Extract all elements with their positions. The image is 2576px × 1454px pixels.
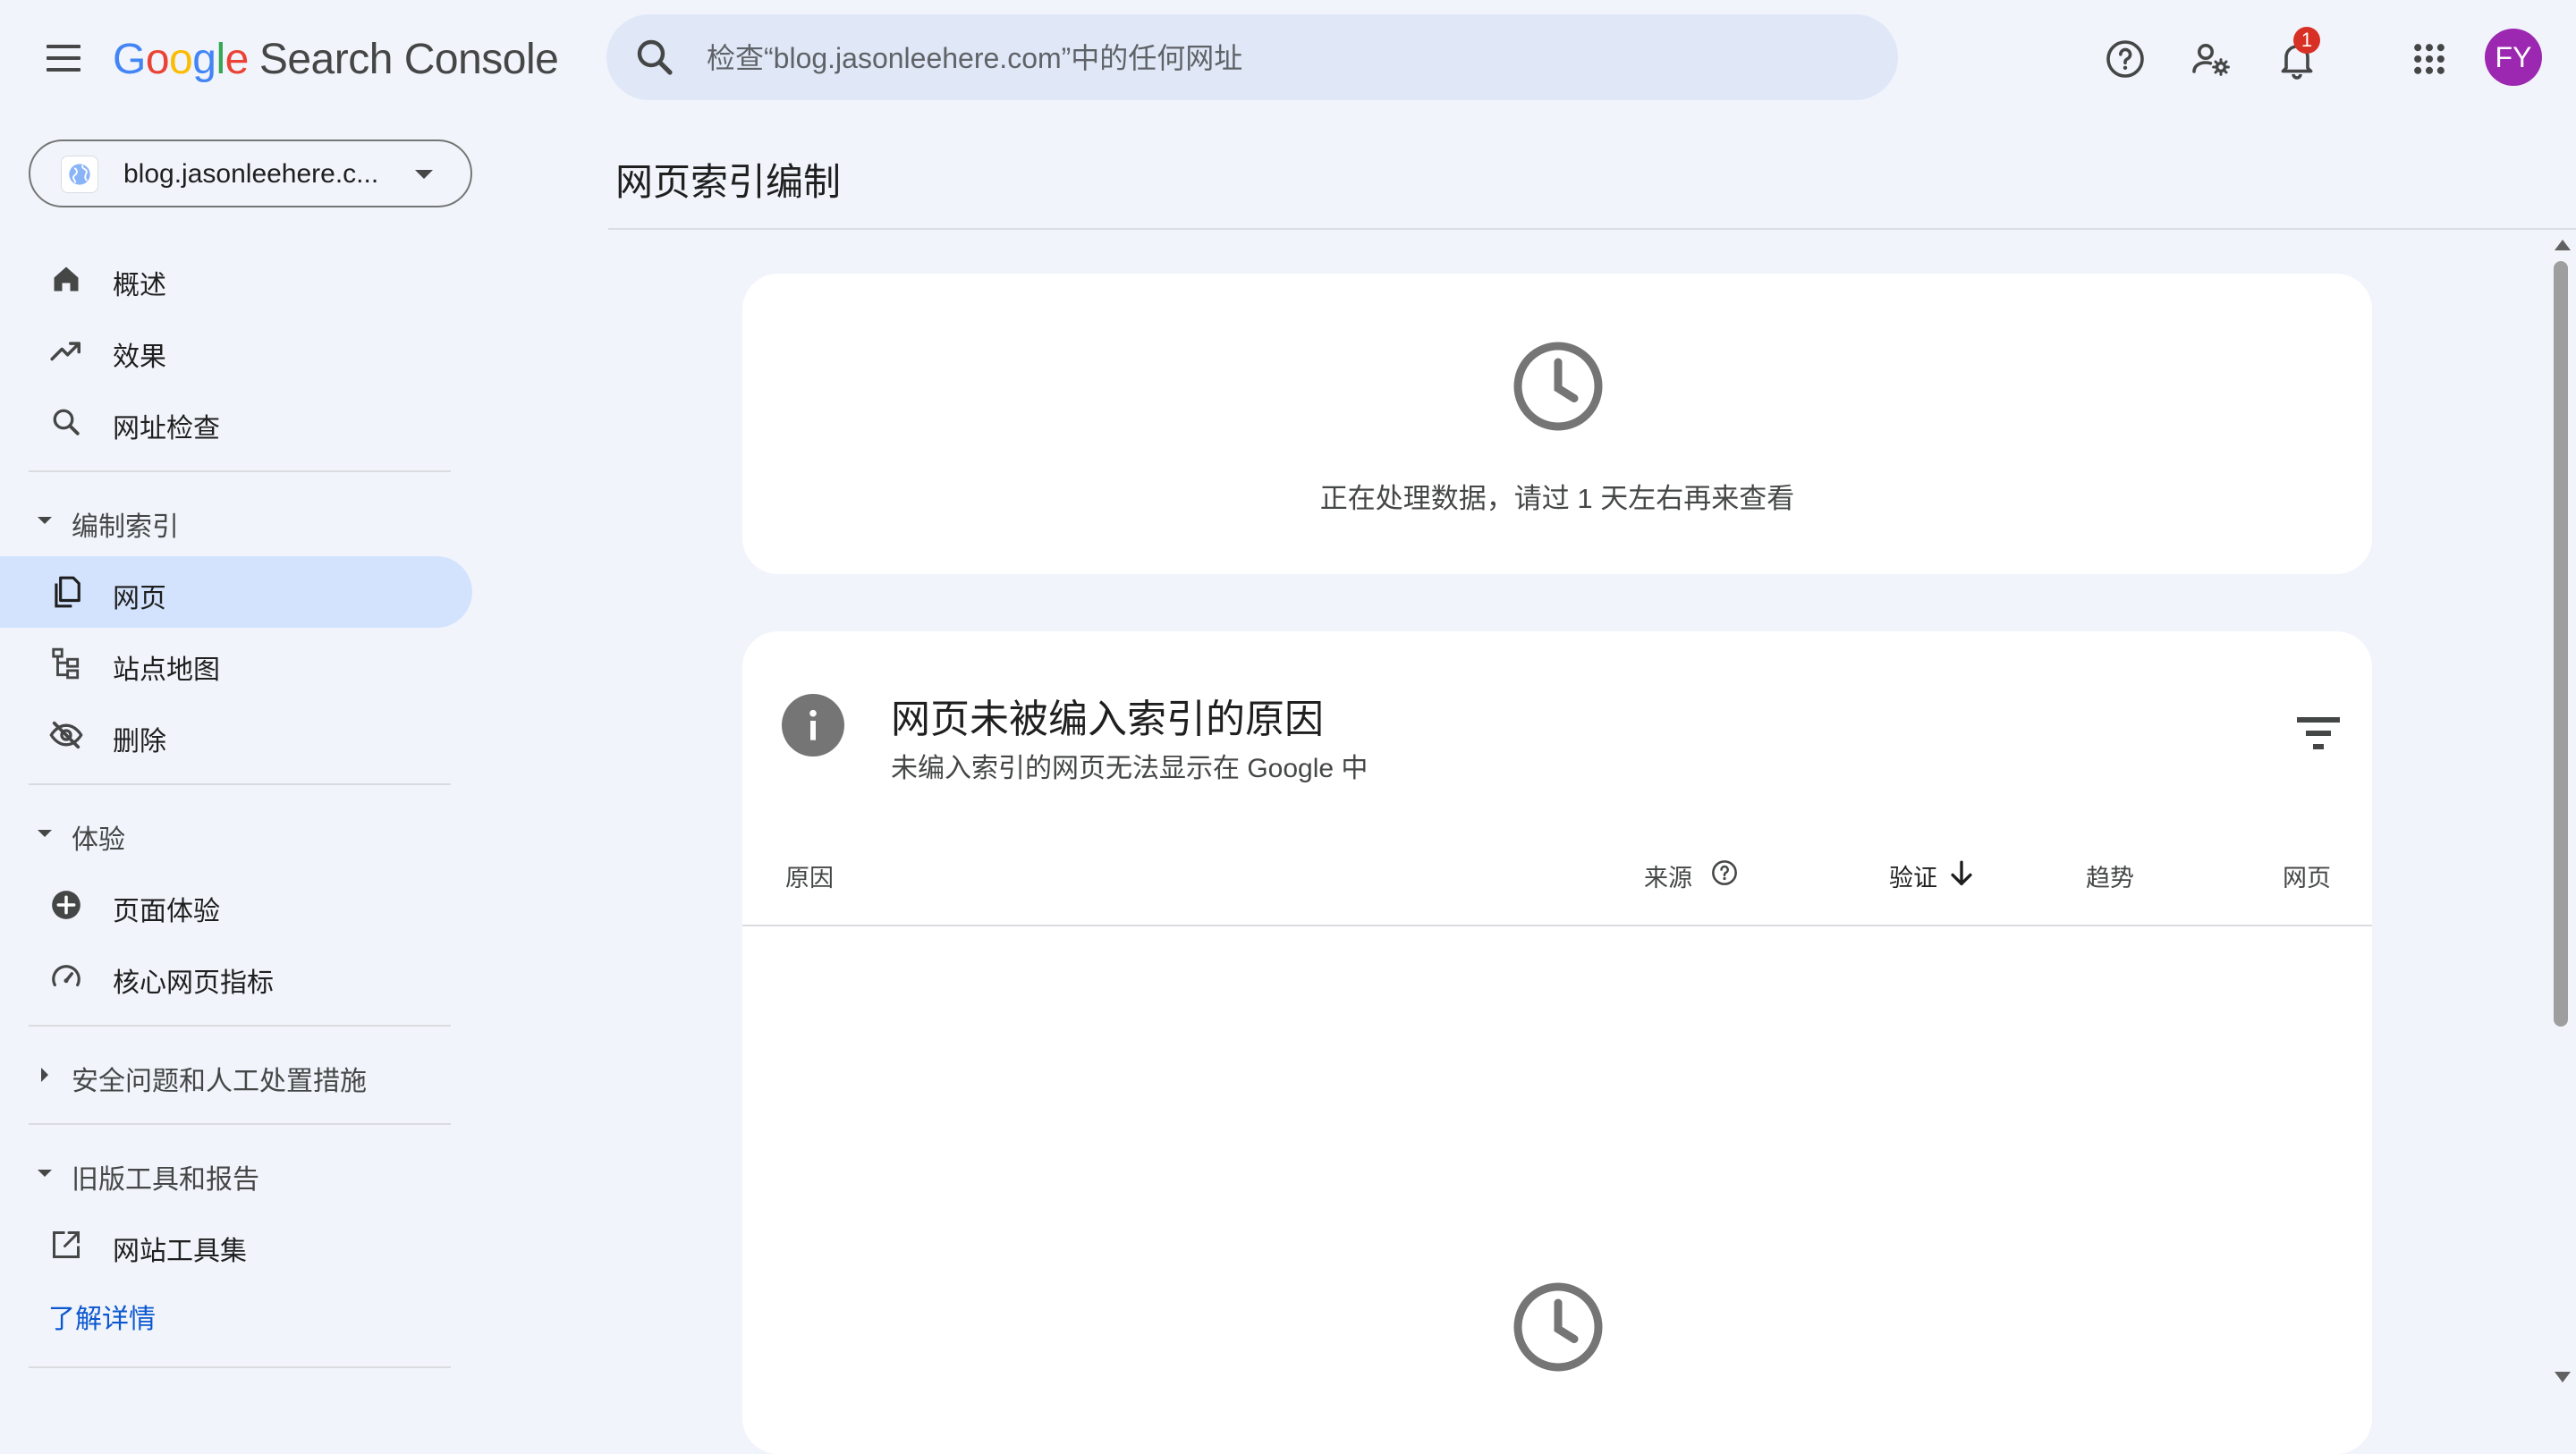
page-title: 网页索引编制 (615, 161, 842, 203)
logo-letter: l (216, 35, 225, 83)
dropdown-caret-icon (415, 170, 433, 179)
collapse-arrow-icon (38, 1170, 52, 1177)
not-indexed-reasons-card: 网页未被编入索引的原因 未编入索引的网页无法显示在 Google 中 原因 来源… (742, 631, 2372, 1454)
learn-more-link[interactable]: 了解详情 (48, 1297, 156, 1336)
home-icon (47, 259, 86, 299)
help-icon (2106, 40, 2144, 78)
trending-up-icon (47, 331, 86, 370)
header-divider (608, 228, 2576, 230)
main-scrollbar[interactable] (2546, 231, 2576, 1397)
sort-descending-icon[interactable] (1948, 858, 1975, 889)
processing-card: 正在处理数据，请过 1 天左右再来查看 (742, 274, 2372, 574)
notifications-button[interactable]: 1 (2270, 27, 2324, 86)
column-header-validation[interactable]: 验证 (1889, 858, 1937, 893)
sidebar-divider (29, 470, 451, 472)
section-legacy-tools[interactable]: 旧版工具和报告 (0, 1137, 472, 1209)
logo-letter: e (225, 35, 250, 83)
account-avatar[interactable]: FY (2485, 29, 2542, 86)
source-help-icon[interactable] (1710, 858, 1739, 887)
sidebar-divider (29, 783, 451, 785)
sitemap-icon (47, 644, 86, 683)
logo-letter: G (113, 35, 146, 83)
nav-label: 效果 (113, 342, 166, 372)
property-favicon (61, 156, 98, 193)
user-settings-icon (2192, 44, 2230, 76)
nav-url-inspection[interactable]: 网址检查 (0, 386, 472, 458)
column-header-source[interactable]: 来源 (1644, 858, 1692, 893)
section-label: 编制索引 (72, 512, 179, 542)
nav-label: 页面体验 (113, 897, 220, 926)
globe-icon (69, 164, 90, 185)
nav-overview[interactable]: 概述 (0, 243, 472, 315)
clock-icon (1513, 1282, 1603, 1372)
google-apps-button[interactable] (2402, 32, 2456, 86)
nav-pages[interactable]: 网页 (0, 556, 472, 628)
info-icon (782, 694, 844, 757)
column-header-trend[interactable]: 趋势 (2086, 858, 2134, 893)
apps-grid-icon (2414, 44, 2445, 74)
card-title: 网页未被编入索引的原因 (891, 697, 1324, 741)
nav-label: 网址检查 (113, 414, 220, 444)
logo-letter: o (145, 35, 170, 83)
nav-label: 站点地图 (113, 655, 220, 685)
collapse-arrow-icon (38, 517, 52, 524)
scrollbar-thumb[interactable] (2554, 261, 2568, 1027)
filter-icon[interactable] (2293, 714, 2343, 753)
help-button[interactable] (2098, 32, 2152, 86)
collapse-arrow-icon (38, 830, 52, 837)
section-experience[interactable]: 体验 (0, 798, 472, 869)
notification-badge: 1 (2293, 27, 2320, 54)
sidebar-divider (29, 1123, 451, 1125)
open-in-new-icon (47, 1225, 86, 1264)
nav-performance[interactable]: 效果 (0, 315, 472, 386)
processing-message: 正在处理数据，请过 1 天左右再来查看 (1319, 483, 1795, 514)
nav-core-web-vitals[interactable]: 核心网页指标 (0, 941, 472, 1012)
search-console-settings-button[interactable] (2184, 32, 2238, 86)
column-header-pages[interactable]: 网页 (2283, 858, 2331, 893)
section-security-manual-actions[interactable]: 安全问题和人工处置措施 (0, 1039, 472, 1111)
nav-webmaster-tools[interactable]: 网站工具集 (0, 1209, 472, 1281)
main-menu-button[interactable] (39, 39, 89, 79)
search-icon (637, 39, 673, 75)
sidebar-divider (29, 1025, 451, 1027)
product-logo[interactable]: Google Search Console (113, 32, 559, 86)
sidebar-divider (29, 1366, 451, 1368)
table-header-divider (742, 925, 2372, 926)
clock-icon (1513, 342, 1603, 431)
nav-page-experience[interactable]: 页面体验 (0, 869, 472, 941)
pages-icon (47, 572, 86, 612)
section-label: 安全问题和人工处置措施 (72, 1067, 367, 1096)
section-label: 旧版工具和报告 (72, 1165, 259, 1195)
nav-removals[interactable]: 删除 (0, 699, 472, 771)
section-indexing[interactable]: 编制索引 (0, 485, 472, 556)
url-inspection-search[interactable] (606, 14, 1898, 100)
nav-label: 概述 (113, 271, 166, 300)
speedometer-icon (47, 957, 86, 996)
scroll-down-arrow-icon[interactable] (2555, 1372, 2571, 1382)
scroll-up-arrow-icon[interactable] (2555, 240, 2571, 250)
card-subtitle: 未编入索引的网页无法显示在 Google 中 (891, 754, 1368, 783)
product-name: Search Console (258, 35, 559, 83)
property-selector[interactable]: blog.jasonleehere.c... (29, 139, 472, 207)
page-experience-icon (47, 885, 86, 925)
nav-label: 删除 (113, 727, 166, 757)
logo-letter: g (192, 35, 216, 83)
nav-label: 网页 (113, 584, 166, 613)
nav-label: 网站工具集 (113, 1237, 247, 1266)
search-icon (47, 402, 86, 442)
search-input[interactable] (705, 32, 1871, 84)
visibility-off-icon (47, 715, 86, 755)
top-bar: Google Search Console 1 (0, 0, 2576, 118)
nav-sitemaps[interactable]: 站点地图 (0, 628, 472, 699)
nav-label: 核心网页指标 (113, 968, 274, 998)
property-name: blog.jasonleehere.c... (123, 159, 379, 189)
column-header-reason[interactable]: 原因 (785, 858, 834, 893)
logo-letter: o (169, 35, 193, 83)
expand-arrow-icon (41, 1068, 48, 1082)
section-label: 体验 (72, 825, 125, 855)
